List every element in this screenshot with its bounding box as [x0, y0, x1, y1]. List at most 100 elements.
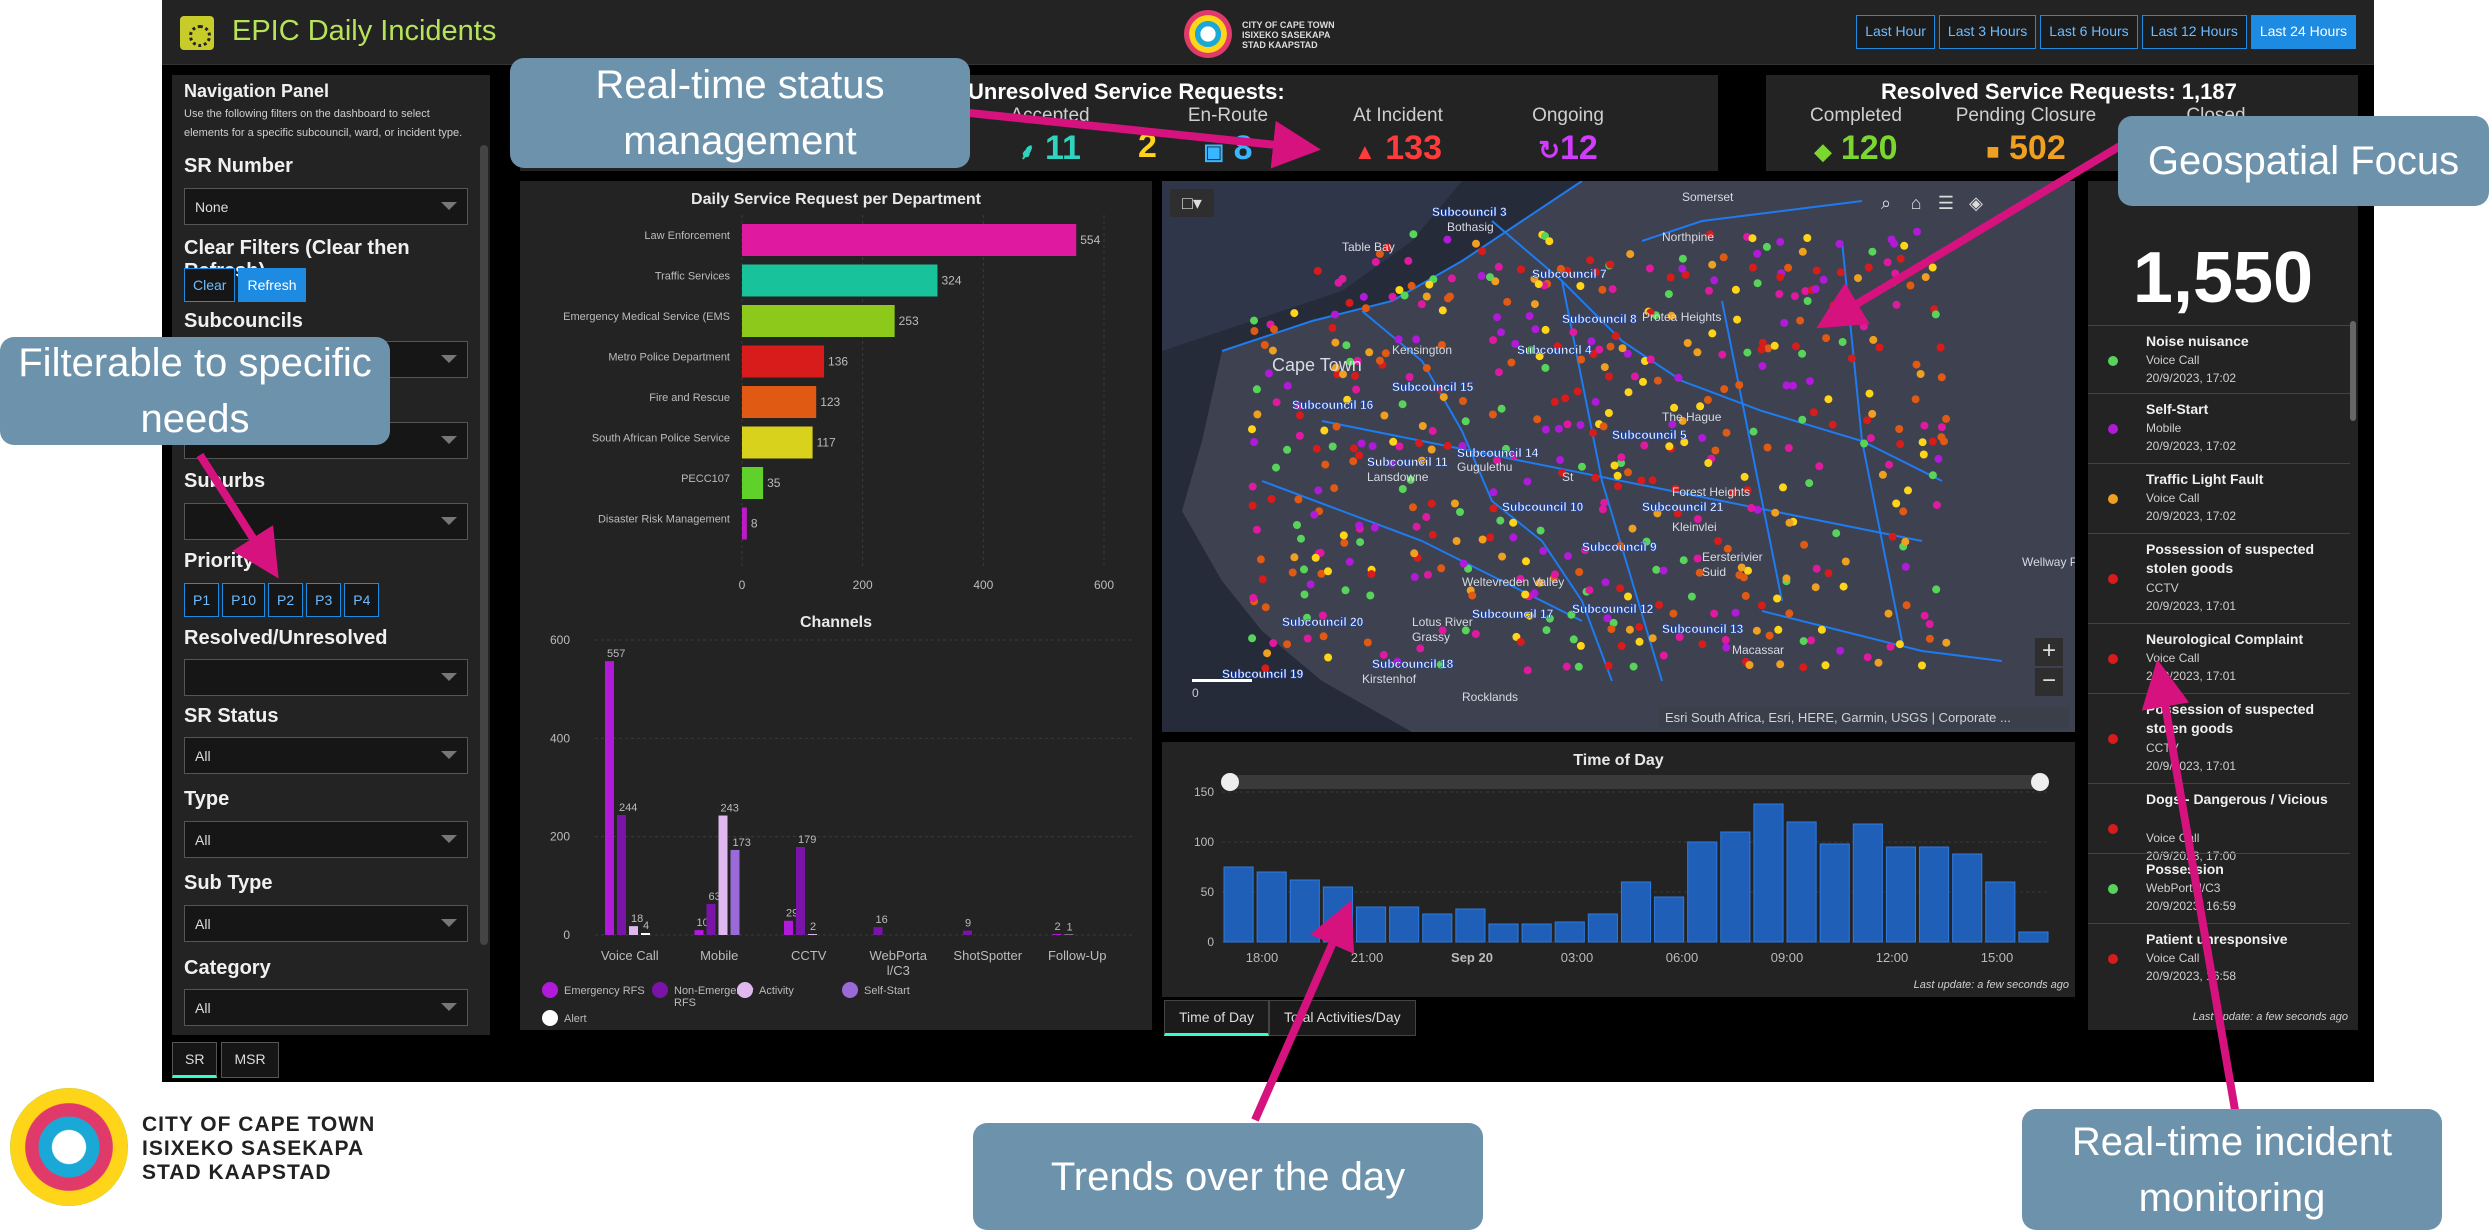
incident-point[interactable] [1934, 454, 1943, 463]
incident-point[interactable] [1522, 557, 1530, 566]
incident-point[interactable] [1854, 274, 1862, 283]
layers-icon[interactable]: ◈ [1962, 189, 1990, 217]
incident-point[interactable] [1776, 273, 1785, 281]
incident-point[interactable] [1601, 578, 1610, 587]
incident-point[interactable] [1805, 377, 1814, 386]
incident-point[interactable] [1324, 653, 1333, 662]
incident-point[interactable] [1437, 564, 1446, 573]
incident-point[interactable] [1679, 556, 1688, 565]
incident-point[interactable] [1835, 239, 1844, 248]
bar[interactable] [963, 930, 972, 935]
incident-point[interactable] [1303, 634, 1312, 643]
incident-point[interactable] [1624, 388, 1633, 397]
incident-point[interactable] [1822, 334, 1831, 343]
bar[interactable] [873, 927, 883, 935]
resolved-select[interactable] [184, 659, 468, 696]
incident-point[interactable] [1655, 600, 1664, 609]
time-filter-last-3-hours[interactable]: Last 3 Hours [1938, 15, 2037, 49]
bar[interactable] [1322, 886, 1353, 943]
incident-point[interactable] [1799, 637, 1808, 646]
incident-point[interactable] [1617, 453, 1626, 462]
incident-point[interactable] [1331, 310, 1339, 319]
incident-point[interactable] [1607, 625, 1616, 634]
incident-point[interactable] [1443, 441, 1452, 450]
bar[interactable] [796, 846, 805, 935]
incident-point[interactable] [1477, 271, 1486, 280]
incident-point[interactable] [1666, 273, 1675, 282]
incident-point[interactable] [1428, 427, 1437, 435]
incident-point[interactable] [1489, 336, 1498, 345]
incident-point[interactable] [1319, 632, 1328, 641]
tab-sr[interactable]: SR [172, 1042, 218, 1078]
incident-point[interactable] [1664, 290, 1673, 299]
incident-point[interactable] [1674, 373, 1683, 382]
incident-point[interactable] [1753, 279, 1762, 288]
incident-point[interactable] [1815, 462, 1824, 471]
incident-point[interactable] [1489, 488, 1498, 497]
bar[interactable] [1422, 913, 1453, 943]
incident-point[interactable] [1573, 387, 1582, 396]
incident-point[interactable] [1659, 651, 1668, 660]
incident-point[interactable] [1841, 557, 1850, 566]
incident-point[interactable] [1809, 408, 1818, 417]
bar[interactable] [617, 815, 626, 935]
incident-point[interactable] [1683, 339, 1692, 347]
bar[interactable] [742, 264, 938, 297]
incident-point[interactable] [1258, 575, 1267, 584]
incident-point[interactable] [1443, 235, 1452, 244]
incident-point[interactable] [1554, 424, 1563, 433]
incident-point[interactable] [1798, 415, 1807, 424]
incident-point[interactable] [1575, 568, 1584, 576]
incident-point[interactable] [1901, 537, 1910, 546]
incident-point[interactable] [1916, 370, 1925, 378]
incident-point[interactable] [1762, 242, 1771, 251]
incident-point[interactable] [1796, 316, 1805, 325]
incident-point[interactable] [1626, 250, 1635, 259]
bar[interactable] [629, 926, 638, 935]
incident-point[interactable] [1895, 425, 1904, 433]
bar[interactable] [1654, 896, 1685, 943]
incident-point[interactable] [1892, 300, 1901, 309]
incident-point[interactable] [1530, 589, 1539, 598]
incident-point[interactable] [1639, 377, 1647, 386]
incident-point[interactable] [1733, 315, 1742, 324]
incident-point[interactable] [1618, 344, 1627, 353]
incident-point[interactable] [1731, 285, 1740, 294]
incident-point[interactable] [1507, 358, 1516, 367]
incident-point[interactable] [1883, 258, 1892, 267]
incident-point[interactable] [1785, 609, 1794, 618]
incident-point[interactable] [1497, 328, 1505, 337]
incident-point[interactable] [1250, 327, 1259, 335]
incident-point[interactable] [1920, 421, 1929, 430]
incident-point[interactable] [1784, 263, 1793, 272]
incident-point[interactable] [1539, 546, 1548, 555]
incident-point[interactable] [1310, 510, 1319, 519]
incident-map[interactable]: Table Bay Cape Town Subcouncil 3 Bothasig No… [1162, 181, 2075, 732]
incident-point[interactable] [1875, 343, 1884, 352]
incident-point[interactable] [1918, 661, 1926, 670]
bar[interactable] [718, 815, 728, 935]
incident-point[interactable] [1902, 601, 1911, 610]
incident-point[interactable] [1261, 603, 1270, 612]
suburbs-select[interactable] [184, 503, 468, 540]
incident-point[interactable] [1576, 421, 1585, 429]
incident-point[interactable] [1521, 590, 1530, 599]
incident-point[interactable] [1928, 437, 1937, 446]
incident-point[interactable] [1774, 625, 1783, 634]
incident-point[interactable] [1899, 507, 1908, 516]
incident-point[interactable] [1370, 523, 1379, 532]
incident-point[interactable] [1838, 338, 1847, 346]
incident-point[interactable] [1811, 285, 1820, 293]
refresh-button[interactable]: Refresh [238, 268, 306, 302]
incident-point[interactable] [1427, 445, 1436, 454]
incident-point[interactable] [1534, 280, 1543, 289]
incident-point[interactable] [1574, 662, 1583, 671]
incident-point[interactable] [1311, 553, 1320, 562]
bar[interactable] [742, 507, 747, 540]
incident-point[interactable] [1355, 451, 1364, 460]
incident-point[interactable] [1425, 280, 1434, 289]
incident-point[interactable] [1773, 594, 1782, 603]
incident-point[interactable] [1283, 381, 1292, 390]
incident-point[interactable] [1888, 532, 1897, 541]
incident-point[interactable] [1698, 640, 1707, 649]
